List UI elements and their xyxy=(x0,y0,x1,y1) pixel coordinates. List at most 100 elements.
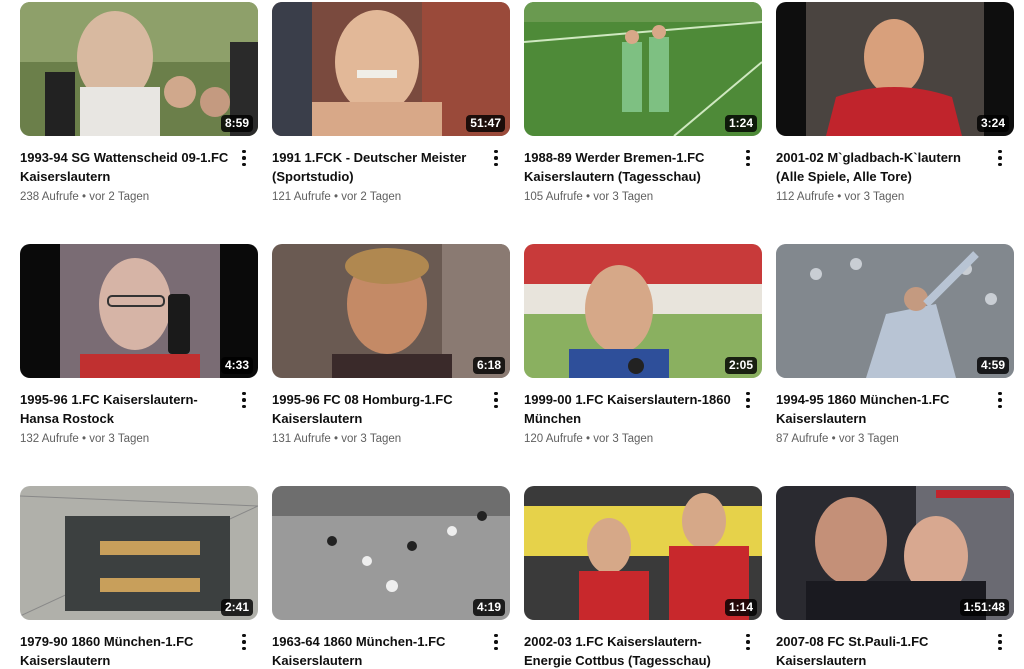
video-duration: 4:19 xyxy=(472,599,505,616)
video-card[interactable]: 51:47 1991 1.FCK - Deutscher Meister (Sp… xyxy=(272,2,510,205)
video-duration: 2:05 xyxy=(724,357,757,374)
video-duration: 8:59 xyxy=(220,115,253,132)
video-card[interactable]: 4:59 1994-95 1860 München-1.FC Kaisersla… xyxy=(776,244,1014,447)
video-card[interactable]: 1:51:48 2007-08 FC St.Pauli-1.FC Kaisers… xyxy=(776,486,1014,669)
video-card[interactable]: 2:41 1979-90 1860 München-1.FC Kaisersla… xyxy=(20,486,258,669)
video-title[interactable]: 1993-94 SG Wattenscheid 09-1.FC Kaisersl… xyxy=(20,148,230,186)
video-duration: 2:41 xyxy=(220,599,253,616)
more-options-icon[interactable] xyxy=(740,390,756,410)
meta-separator: • xyxy=(82,191,87,203)
video-thumbnail[interactable]: 3:24 xyxy=(776,2,1014,136)
video-thumbnail[interactable]: 4:59 xyxy=(776,244,1014,378)
more-options-icon[interactable] xyxy=(236,632,252,652)
video-title[interactable]: 2001-02 M`gladbach-K`lautern (Alle Spiel… xyxy=(776,148,986,186)
meta-separator: • xyxy=(586,433,591,445)
video-title[interactable]: 1995-96 1.FC Kaiserslautern-Hansa Rostoc… xyxy=(20,390,230,428)
video-duration: 4:33 xyxy=(220,357,253,374)
video-stats: 87 Aufrufe • vor 3 Tagen xyxy=(776,431,986,447)
video-title[interactable]: 1963-64 1860 München-1.FC Kaiserslautern xyxy=(272,632,482,669)
video-stats: 132 Aufrufe • vor 3 Tagen xyxy=(20,431,230,447)
video-thumbnail[interactable]: 1:14 xyxy=(524,486,762,620)
upload-age: vor 3 Tagen xyxy=(844,191,905,203)
more-options-icon[interactable] xyxy=(740,148,756,168)
view-count: 238 Aufrufe xyxy=(20,191,79,203)
video-card[interactable]: 2:05 1999-00 1.FC Kaiserslautern-1860 Mü… xyxy=(524,244,762,447)
more-options-icon[interactable] xyxy=(992,148,1008,168)
meta-separator: • xyxy=(837,191,842,203)
video-meta: 1995-96 FC 08 Homburg-1.FC Kaiserslauter… xyxy=(272,390,510,447)
meta-separator: • xyxy=(586,191,591,203)
video-thumbnail[interactable]: 6:18 xyxy=(272,244,510,378)
video-thumbnail[interactable]: 2:05 xyxy=(524,244,762,378)
video-card[interactable]: 3:24 2001-02 M`gladbach-K`lautern (Alle … xyxy=(776,2,1014,205)
meta-separator: • xyxy=(334,433,339,445)
video-thumbnail[interactable]: 8:59 xyxy=(20,2,258,136)
more-options-icon[interactable] xyxy=(488,390,504,410)
video-title[interactable]: 1991 1.FCK - Deutscher Meister (Sportstu… xyxy=(272,148,482,186)
video-thumbnail[interactable]: 1:24 xyxy=(524,2,762,136)
upload-age: vor 3 Tagen xyxy=(341,433,402,445)
video-meta: 1979-90 1860 München-1.FC Kaiserslautern xyxy=(20,632,258,669)
view-count: 131 Aufrufe xyxy=(272,433,331,445)
upload-age: vor 3 Tagen xyxy=(838,433,899,445)
video-meta: 1995-96 1.FC Kaiserslautern-Hansa Rostoc… xyxy=(20,390,258,447)
view-count: 132 Aufrufe xyxy=(20,433,79,445)
video-card[interactable]: 8:59 1993-94 SG Wattenscheid 09-1.FC Kai… xyxy=(20,2,258,205)
video-title[interactable]: 1979-90 1860 München-1.FC Kaiserslautern xyxy=(20,632,230,669)
video-card[interactable]: 1:14 2002-03 1.FC Kaiserslautern-Energie… xyxy=(524,486,762,669)
video-card[interactable]: 1:24 1988-89 Werder Bremen-1.FC Kaisersl… xyxy=(524,2,762,205)
video-duration: 1:14 xyxy=(724,599,757,616)
upload-age: vor 3 Tagen xyxy=(593,191,654,203)
upload-age: vor 2 Tagen xyxy=(341,191,402,203)
video-stats: 238 Aufrufe • vor 2 Tagen xyxy=(20,189,230,205)
upload-age: vor 3 Tagen xyxy=(593,433,654,445)
video-title[interactable]: 1999-00 1.FC Kaiserslautern-1860 München xyxy=(524,390,734,428)
video-meta: 1993-94 SG Wattenscheid 09-1.FC Kaisersl… xyxy=(20,148,258,205)
video-thumbnail[interactable]: 4:33 xyxy=(20,244,258,378)
more-options-icon[interactable] xyxy=(488,632,504,652)
video-meta: 1991 1.FCK - Deutscher Meister (Sportstu… xyxy=(272,148,510,205)
more-options-icon[interactable] xyxy=(992,390,1008,410)
video-duration: 1:24 xyxy=(724,115,757,132)
view-count: 120 Aufrufe xyxy=(524,433,583,445)
more-options-icon[interactable] xyxy=(236,390,252,410)
video-meta: 1999-00 1.FC Kaiserslautern-1860 München… xyxy=(524,390,762,447)
more-options-icon[interactable] xyxy=(488,148,504,168)
video-card[interactable]: 6:18 1995-96 FC 08 Homburg-1.FC Kaisersl… xyxy=(272,244,510,447)
video-thumbnail[interactable]: 2:41 xyxy=(20,486,258,620)
video-duration: 51:47 xyxy=(466,115,505,132)
view-count: 121 Aufrufe xyxy=(272,191,331,203)
video-title[interactable]: 2002-03 1.FC Kaiserslautern-Energie Cott… xyxy=(524,632,734,669)
video-duration: 6:18 xyxy=(472,357,505,374)
video-stats: 121 Aufrufe • vor 2 Tagen xyxy=(272,189,482,205)
video-title[interactable]: 1994-95 1860 München-1.FC Kaiserslautern xyxy=(776,390,986,428)
meta-separator: • xyxy=(82,433,87,445)
video-thumbnail[interactable]: 1:51:48 xyxy=(776,486,1014,620)
video-card[interactable]: 4:19 1963-64 1860 München-1.FC Kaisersla… xyxy=(272,486,510,669)
video-title[interactable]: 1995-96 FC 08 Homburg-1.FC Kaiserslauter… xyxy=(272,390,482,428)
video-meta: 2001-02 M`gladbach-K`lautern (Alle Spiel… xyxy=(776,148,1014,205)
video-duration: 4:59 xyxy=(976,357,1009,374)
video-thumbnail[interactable]: 51:47 xyxy=(272,2,510,136)
upload-age: vor 2 Tagen xyxy=(89,191,150,203)
video-title[interactable]: 2007-08 FC St.Pauli-1.FC Kaiserslautern xyxy=(776,632,986,669)
video-meta: 1963-64 1860 München-1.FC Kaiserslautern xyxy=(272,632,510,669)
video-thumbnail[interactable]: 4:19 xyxy=(272,486,510,620)
video-duration: 3:24 xyxy=(976,115,1009,132)
view-count: 105 Aufrufe xyxy=(524,191,583,203)
more-options-icon[interactable] xyxy=(992,632,1008,652)
video-duration: 1:51:48 xyxy=(959,599,1009,616)
video-title[interactable]: 1988-89 Werder Bremen-1.FC Kaiserslauter… xyxy=(524,148,734,186)
video-card[interactable]: 4:33 1995-96 1.FC Kaiserslautern-Hansa R… xyxy=(20,244,258,447)
more-options-icon[interactable] xyxy=(740,632,756,652)
video-meta: 1988-89 Werder Bremen-1.FC Kaiserslauter… xyxy=(524,148,762,205)
meta-separator: • xyxy=(334,191,339,203)
more-options-icon[interactable] xyxy=(236,148,252,168)
video-meta: 2007-08 FC St.Pauli-1.FC Kaiserslautern xyxy=(776,632,1014,669)
video-stats: 131 Aufrufe • vor 3 Tagen xyxy=(272,431,482,447)
upload-age: vor 3 Tagen xyxy=(89,433,150,445)
video-stats: 105 Aufrufe • vor 3 Tagen xyxy=(524,189,734,205)
video-meta: 1994-95 1860 München-1.FC Kaiserslautern… xyxy=(776,390,1014,447)
video-meta: 2002-03 1.FC Kaiserslautern-Energie Cott… xyxy=(524,632,762,669)
view-count: 87 Aufrufe xyxy=(776,433,829,445)
